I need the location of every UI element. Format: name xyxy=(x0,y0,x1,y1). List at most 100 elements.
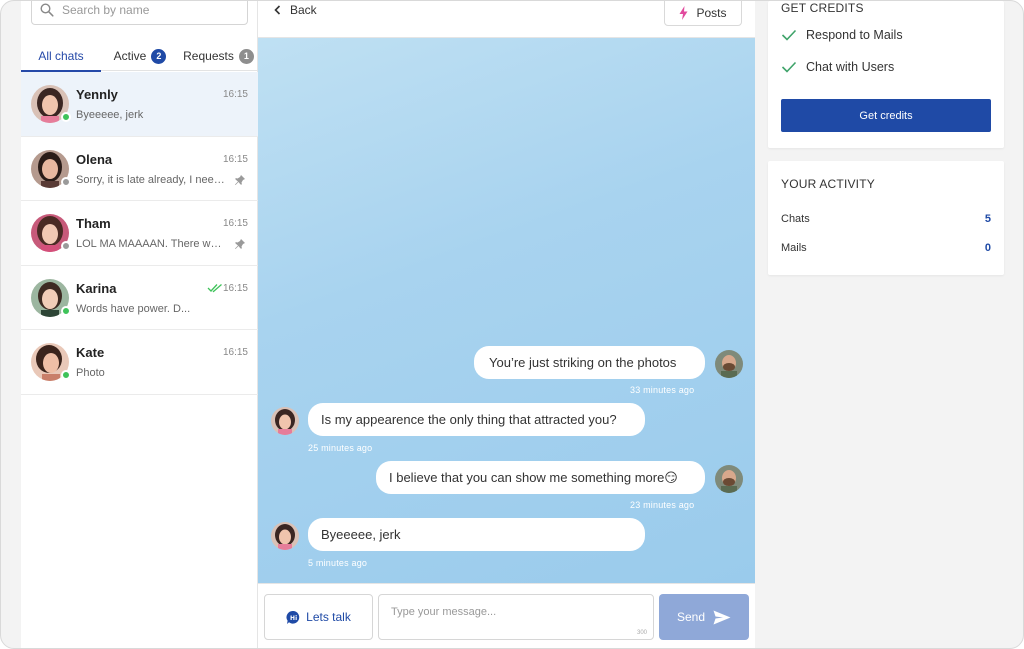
char-limit-counter: 300 xyxy=(636,630,647,636)
offline-status-dot xyxy=(61,241,71,251)
chat-list-item[interactable]: Karina 16:15 Words have power. D... xyxy=(21,266,258,330)
tab-requests[interactable]: Requests 1 xyxy=(179,41,258,71)
send-button[interactable]: Send xyxy=(659,594,749,640)
count-badge: 1 xyxy=(238,48,254,64)
message-timestamp: 33 minutes ago xyxy=(630,385,695,395)
back-label: Back xyxy=(290,3,317,17)
avatar xyxy=(31,149,71,188)
offline-status-dot xyxy=(61,176,71,187)
count-badge: 2 xyxy=(151,48,167,64)
chat-tabs: All chats Active 2 Requests 1 xyxy=(21,41,258,72)
search-box[interactable] xyxy=(31,1,248,25)
chat-time: 16:15 xyxy=(222,282,248,294)
chat-preview: Words have power. D... xyxy=(76,302,191,315)
message-timestamp: 23 minutes ago xyxy=(630,500,695,510)
hi-icon-text: Hi xyxy=(290,615,297,622)
search-input[interactable] xyxy=(62,3,232,17)
activity-label: Mails xyxy=(781,242,807,254)
lightning-icon xyxy=(679,5,688,20)
outgoing-message-bubble: I believe that you can show me something… xyxy=(376,461,705,494)
avatar xyxy=(31,214,71,252)
message-text: I believe that you can show me something… xyxy=(389,469,678,485)
chat-name: Tham xyxy=(76,216,111,231)
chat-list-item[interactable]: Yennly 16:15 Byeeeee, jerk xyxy=(21,72,258,137)
chat-preview: LOL MA MAAAAN. There was something xyxy=(76,238,226,250)
credit-benefit: Respond to Mails xyxy=(781,28,903,42)
avatar xyxy=(31,343,71,381)
chat-time: 16:15 xyxy=(222,347,248,358)
send-icon xyxy=(713,610,731,624)
online-status-dot xyxy=(61,112,71,122)
chat-list-panel: All chats Active 2 Requests 1 xyxy=(21,1,258,648)
incoming-message-bubble: Byeeeee, jerk xyxy=(308,518,645,551)
avatar xyxy=(31,278,71,317)
get-credits-card: GET CREDITS Respond to Mails Chat with U… xyxy=(768,1,1004,148)
chat-preview: Sorry, it is late already, I need to go xyxy=(76,173,226,186)
get-credits-label: Get credits xyxy=(859,109,913,122)
chat-list-item[interactable]: Kate 16:15 Photo xyxy=(21,330,258,395)
chat-list-item[interactable]: Tham 16:15 LOL MA MAAAAN. There was some… xyxy=(21,201,258,266)
send-label: Send xyxy=(676,610,706,624)
contact-avatar xyxy=(271,407,299,435)
user-avatar xyxy=(715,465,743,493)
chat-preview: Photo xyxy=(76,367,105,379)
activity-row: Mails 0 xyxy=(781,242,991,254)
chat-preview: Byeeeee, jerk xyxy=(76,109,144,121)
incoming-message-bubble: Is my appearence the only thing that att… xyxy=(308,403,645,436)
tab-label: Requests xyxy=(183,49,234,63)
hi-chat-icon: Hi xyxy=(286,610,300,624)
card-title: YOUR ACTIVITY xyxy=(781,177,875,191)
user-avatar xyxy=(715,350,743,378)
credit-benefit: Chat with Users xyxy=(781,60,894,74)
chevron-left-icon xyxy=(274,5,281,15)
conversation-panel: Back Posts You’re just striking on the p… xyxy=(258,1,755,648)
message-area[interactable]: You’re just striking on the photos 33 mi… xyxy=(258,38,755,583)
message-text: Is my appearence the only thing that att… xyxy=(321,412,617,427)
search-icon xyxy=(40,3,54,17)
message-timestamp: 25 minutes ago xyxy=(308,443,373,453)
posts-label: Posts xyxy=(696,5,727,20)
your-activity-card: YOUR ACTIVITY Chats 5 Mails 0 xyxy=(768,161,1004,275)
app-window: All chats Active 2 Requests 1 xyxy=(0,0,1024,649)
double-check-icon xyxy=(207,283,222,292)
checkmark-icon xyxy=(781,29,797,41)
chat-name: Yennly xyxy=(76,87,118,102)
posts-button[interactable]: Posts xyxy=(664,1,742,26)
message-text: Byeeeee, jerk xyxy=(321,527,401,542)
activity-row: Chats 5 xyxy=(781,213,991,225)
message-text: You’re just striking on the photos xyxy=(489,355,677,370)
lets-talk-button[interactable]: Hi Lets talk xyxy=(264,594,373,640)
contact-avatar xyxy=(271,522,299,550)
credit-benefit-text: Respond to Mails xyxy=(806,28,903,42)
get-credits-button[interactable]: Get credits xyxy=(781,99,991,132)
chat-name: Olena xyxy=(76,151,113,167)
pin-icon[interactable] xyxy=(234,174,246,186)
chat-name: Kate xyxy=(76,345,105,360)
chat-time: 16:15 xyxy=(222,153,248,165)
chat-time: 16:15 xyxy=(222,89,248,100)
tab-label: All chats xyxy=(38,49,84,63)
message-input-box[interactable]: 300 xyxy=(378,594,654,640)
checkmark-icon xyxy=(781,61,797,73)
activity-value: 0 xyxy=(984,242,991,254)
activity-label: Chats xyxy=(781,213,810,225)
message-timestamp: 5 minutes ago xyxy=(308,558,368,568)
chat-time: 16:15 xyxy=(222,218,248,229)
lets-talk-label: Lets talk xyxy=(306,610,351,624)
activity-value: 5 xyxy=(984,213,991,225)
outgoing-message-bubble: You’re just striking on the photos xyxy=(474,346,705,379)
message-composer: Hi Lets talk 300 Send xyxy=(258,583,755,648)
back-button[interactable]: Back xyxy=(274,2,317,18)
pin-icon[interactable] xyxy=(234,238,246,250)
message-input[interactable] xyxy=(379,595,653,639)
chat-list-item[interactable]: Olena 16:15 Sorry, it is late already, I… xyxy=(21,137,258,201)
tab-all-chats[interactable]: All chats xyxy=(21,41,101,72)
online-status-dot xyxy=(61,305,71,316)
tab-label: Active xyxy=(113,49,147,63)
tab-active[interactable]: Active 2 xyxy=(101,41,179,71)
chat-list: Yennly 16:15 Byeeeee, jerk Olena 16:15 S… xyxy=(21,72,258,395)
credit-benefit-text: Chat with Users xyxy=(806,60,895,74)
chat-name: Karina xyxy=(76,280,117,296)
online-status-dot xyxy=(61,370,71,380)
conversation-header: Back Posts xyxy=(258,1,755,38)
